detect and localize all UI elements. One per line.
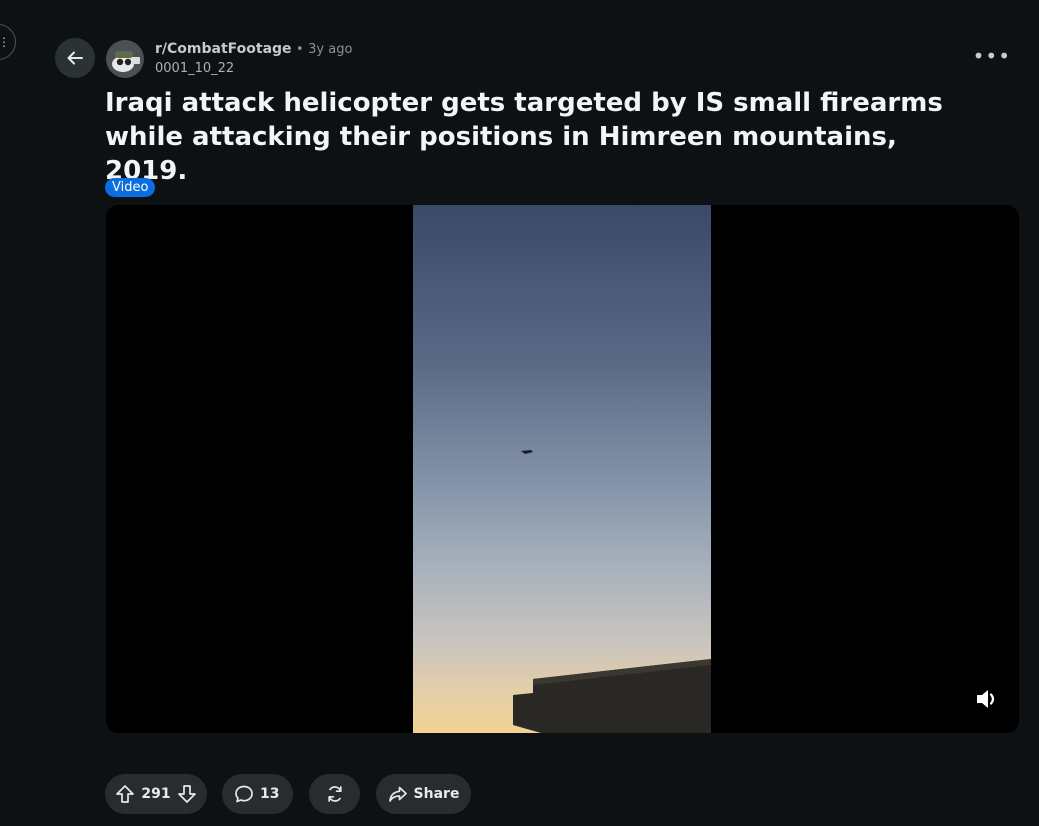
upvote-icon[interactable] — [115, 784, 135, 804]
crosspost-icon — [327, 786, 342, 802]
comment-icon — [235, 785, 253, 803]
downvote-icon[interactable] — [177, 784, 197, 804]
back-button[interactable] — [55, 38, 95, 78]
comments-button[interactable]: 13 — [222, 774, 293, 814]
meta-separator: • — [296, 42, 304, 57]
flair-badge[interactable]: Video — [105, 178, 156, 197]
post-title: Iraqi attack helicopter gets targeted by… — [105, 88, 943, 186]
share-label: Share — [413, 786, 460, 802]
back-arrow-icon — [67, 51, 83, 65]
share-icon — [388, 786, 407, 802]
subreddit-logo-icon — [106, 40, 144, 78]
video-frame-content — [513, 450, 711, 733]
subreddit-link[interactable]: r/CombatFootage — [155, 41, 292, 57]
edge-menu-button[interactable]: ⋮ — [0, 24, 16, 60]
post-meta: r/CombatFootage • 3y ago 0001_10_22 — [155, 40, 352, 78]
video-frame — [413, 205, 711, 733]
author-link[interactable]: 0001_10_22 — [155, 59, 352, 78]
share-button[interactable]: Share — [376, 774, 471, 814]
crosspost-button[interactable] — [309, 774, 360, 814]
vote-bar: 291 — [105, 774, 207, 814]
post-time: 3y ago — [308, 42, 353, 57]
volume-icon — [977, 690, 995, 708]
more-options-button[interactable]: ••• — [973, 44, 1011, 68]
video-player[interactable] — [106, 205, 1019, 733]
vote-score: 291 — [141, 786, 171, 802]
volume-button[interactable] — [973, 685, 1001, 713]
vertical-dots-icon: ⋮ — [0, 35, 10, 49]
comment-count: 13 — [260, 786, 280, 802]
more-options-icon: ••• — [972, 44, 1011, 68]
subreddit-avatar[interactable] — [106, 40, 144, 78]
